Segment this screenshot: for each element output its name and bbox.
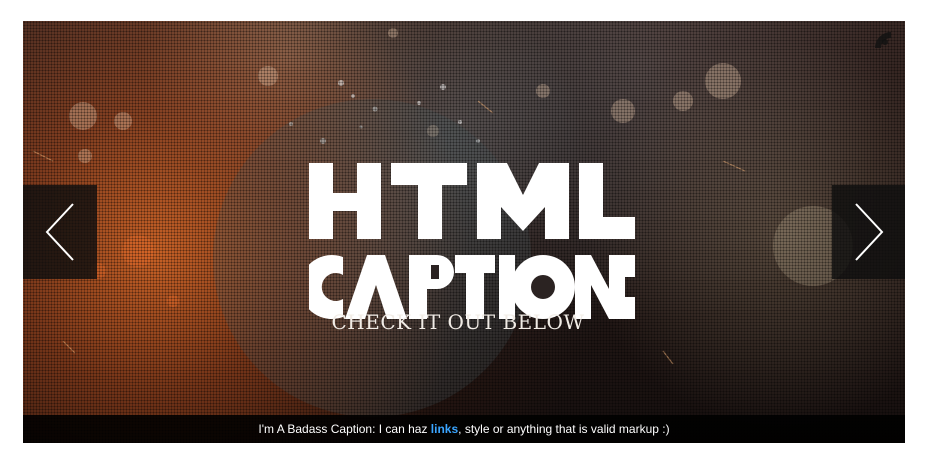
caption-link[interactable]: links — [431, 422, 458, 436]
chevron-left-icon — [45, 203, 74, 261]
prev-slide-button[interactable] — [23, 185, 97, 279]
chevron-right-icon — [854, 203, 883, 261]
next-slide-button[interactable] — [832, 185, 905, 279]
slide-subtitle: CHECK IT OUT BELOW — [331, 310, 585, 334]
caption-bar: I'm A Badass Caption: I can haz links, s… — [23, 415, 905, 443]
timer-icon — [875, 32, 891, 48]
subtitle-wrap: CHECK IT OUT BELOW — [273, 21, 643, 443]
caption-text-suffix: , style or anything that is valid markup… — [458, 422, 670, 436]
caption-text-prefix: I'm A Badass Caption: I can haz — [258, 422, 431, 436]
image-slider: CHECK IT OUT BELOW I'm A Badass Caption:… — [23, 21, 905, 443]
